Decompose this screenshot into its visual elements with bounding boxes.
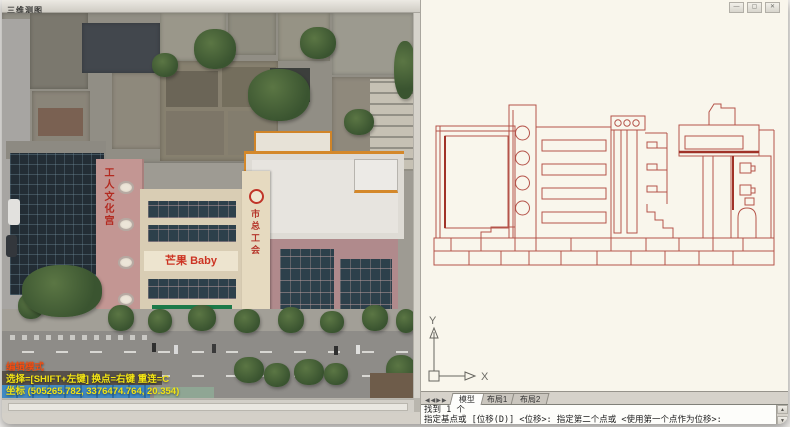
app-window: 三维测图 [2,0,788,424]
tree [248,69,310,121]
overlay-coordinates: 坐标 (505265.782, 3376474.764, 20.354) [6,383,179,397]
car [6,235,17,257]
tree [324,363,348,385]
screenshot-stage: 三维测图 [0,0,790,427]
tree [234,309,260,333]
oval-window [118,181,134,194]
photo-penthouse [354,159,398,193]
window-controls: — ▢ ✕ [729,2,780,13]
scooter [334,346,338,355]
tree [396,309,414,333]
sign-union: 市总工会 [249,209,262,257]
tree [362,305,388,331]
photo-horizontal-scrollbar[interactable] [2,399,414,413]
photo-pane-titlebar: 三维测图 [2,0,420,13]
tree [300,27,336,59]
photo-rubble [38,108,83,136]
photo-dark-roof [82,23,160,73]
car [8,199,20,225]
tree [152,53,178,77]
crosswalk [10,335,150,340]
sign-mango-baby: 芒果 Baby [144,251,238,271]
tree [22,265,102,317]
axis-x-label: X [481,371,489,383]
sign-cultural-palace: 工人文化宫 [100,167,115,227]
photo-block [30,13,88,89]
cad-elevation-drawing: Y X [421,0,788,391]
aerial-photo-viewport[interactable]: 工人文化宫 芒果 Baby 市总工会 [2,13,414,398]
tree [344,109,374,135]
scroll-down-icon[interactable]: ▼ [777,416,788,424]
scooter [212,344,216,353]
tree [234,357,264,383]
minimize-icon[interactable]: — [729,2,744,13]
tab-model[interactable]: 模型 [450,393,485,405]
oval-window [118,218,134,231]
photo-block [112,73,162,149]
restore-icon[interactable]: ▢ [747,2,762,13]
photo-window-row [148,201,236,218]
command-prompt-line: 指定基点或 [位移(D)] <位移>: 指定第二个点或 <使用第一个点作为位移>… [424,415,776,424]
close-icon[interactable]: ✕ [765,2,780,13]
photo-roof [166,111,224,155]
command-history-line: 找到 1 个 [424,405,776,415]
tree [264,363,290,387]
scroll-up-icon[interactable]: ▲ [777,405,788,414]
photo-corner-building [370,373,414,398]
axis-y-label: Y [429,315,437,327]
photo-window-row [148,279,236,299]
command-scrollbar[interactable]: ▲ ▼ [776,405,788,424]
tree [294,359,324,385]
command-line-area[interactable]: 找到 1 个 指定基点或 [位移(D)] <位移>: 指定第二个点或 <使用第一… [421,404,788,424]
photo-viewer-pane: 三维测图 [2,0,420,412]
scooter [152,343,156,352]
tree [394,41,414,99]
tree [320,311,344,333]
photo-roof [166,71,218,107]
ucs-icon [429,328,475,381]
tree [278,307,304,333]
photo-vertical-scrollbar[interactable] [413,13,420,398]
oval-window [118,256,134,269]
tree [188,305,216,331]
scooter [356,345,360,354]
scooter [174,345,178,354]
union-logo [249,189,264,204]
layout-tab-bar: ◀◀▶▶ 模型 布局1 布局2 [421,391,788,405]
tree [148,309,172,333]
cad-canvas[interactable]: Y X [421,0,788,391]
cad-pane: — ▢ ✕ [420,0,788,424]
tree [194,29,236,69]
tree [108,305,134,331]
photo-window-row [148,225,236,242]
